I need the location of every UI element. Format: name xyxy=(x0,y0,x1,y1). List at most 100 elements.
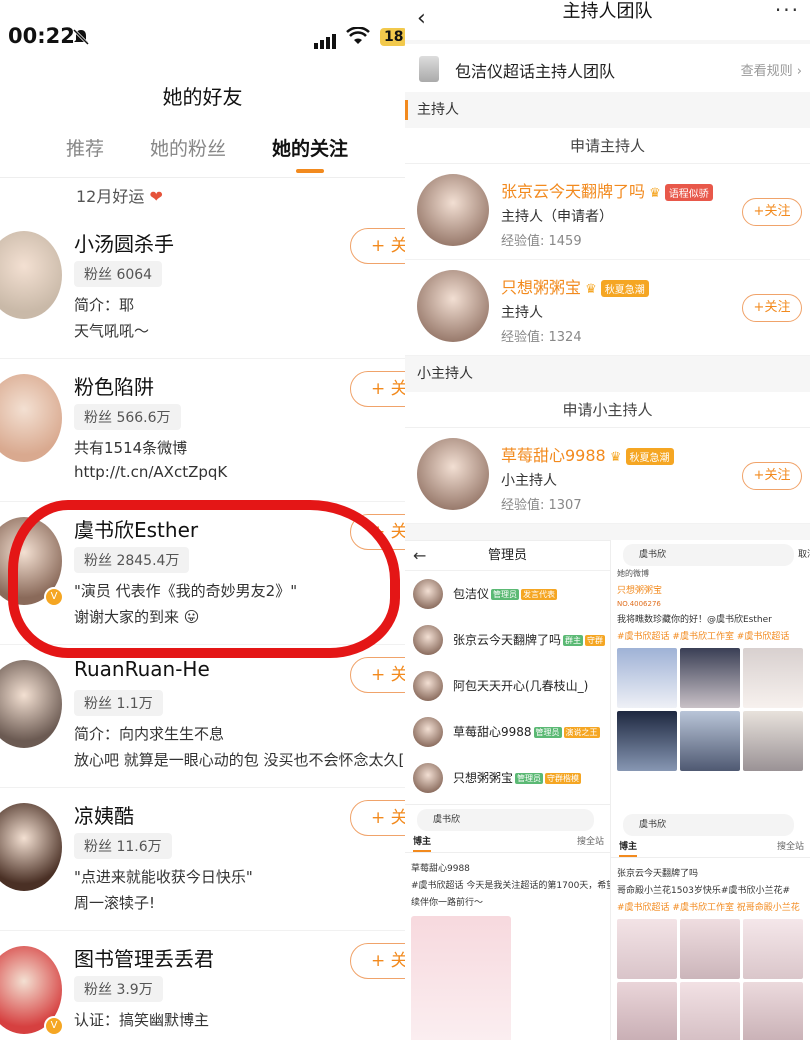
cancel-button[interactable]: 取消 xyxy=(798,544,810,566)
team-row[interactable]: 包洁仪超话主持人团队 查看规则 › xyxy=(405,44,810,92)
post-badge-1: NO.4006276 xyxy=(617,600,661,608)
tab-search-all-3[interactable]: 搜全站 xyxy=(777,836,804,858)
host-row[interactable]: 张京云今天翻牌了吗 ♛ 语程似骄 主持人（申请者） 经验值: 1459 +关注 xyxy=(405,164,810,260)
back-arrow-icon[interactable]: ‹ xyxy=(417,6,426,31)
post-author-2[interactable]: 草莓甜心9988 xyxy=(405,859,610,876)
admin-row[interactable]: 阿包天天开心(几春枝山_) xyxy=(405,663,610,709)
search-input-3[interactable]: 虞书欣 xyxy=(623,814,794,836)
follow-button[interactable]: + 关 xyxy=(350,800,405,836)
section-label: 她的微博 xyxy=(617,569,649,578)
host-role: 主持人 xyxy=(501,305,543,321)
host-row[interactable]: 草莓甜心9988 ♛ 秋夏急潮 小主持人 经验值: 1307 +关注 xyxy=(405,428,810,524)
team-thumbnail xyxy=(419,56,439,82)
follow-button[interactable]: + 关 xyxy=(350,943,405,979)
tab-blogger-3[interactable]: 博主 xyxy=(619,842,638,857)
photo[interactable] xyxy=(617,648,677,708)
photo[interactable] xyxy=(617,982,677,1040)
photo[interactable] xyxy=(680,711,740,771)
follow-button[interactable]: +关注 xyxy=(742,462,802,490)
avatar[interactable] xyxy=(413,763,443,793)
host-tag: 秋夏急潮 xyxy=(625,448,674,465)
host-name-line: 草莓甜心9988 ♛ 秋夏急潮 xyxy=(501,442,674,466)
photo[interactable] xyxy=(680,648,740,708)
follow-button[interactable]: + 关 xyxy=(350,371,405,407)
photo[interactable] xyxy=(743,648,803,708)
admin-tag: 管理员 xyxy=(491,589,520,600)
avatar[interactable] xyxy=(0,660,62,748)
friend-row[interactable]: RuanRuan-He 粉丝 1.1万 简介：向内求生生不息 放心吧 就算是一眼心动的… xyxy=(0,645,405,788)
friend-bio: 简介：向内求生生不息 xyxy=(74,725,225,743)
view-rules-link[interactable]: 查看规则 › xyxy=(741,60,802,79)
photo[interactable] xyxy=(680,982,740,1040)
photo[interactable] xyxy=(617,711,677,771)
photo[interactable] xyxy=(617,919,677,979)
host-exp: 经验值: 1307 xyxy=(501,498,582,513)
admin-tag: 管理员 xyxy=(533,727,562,738)
fans-count: 粉丝 2845.4万 xyxy=(74,547,190,573)
admin-name-line: 只想粥粥宝 管理员 守群楷模 xyxy=(453,769,582,786)
follow-button[interactable]: + 关 xyxy=(350,228,405,264)
avatar[interactable] xyxy=(417,270,489,342)
friend-name: 图书管理丢丢君 xyxy=(74,947,214,971)
tab-recommend[interactable]: 推荐 xyxy=(66,124,104,177)
tab-her-fans[interactable]: 她的粉丝 xyxy=(150,124,226,177)
avatar[interactable] xyxy=(417,174,489,246)
admin-tag-2: 守群楷模 xyxy=(545,773,582,784)
follow-button[interactable]: + 关 xyxy=(350,657,405,693)
admin-tag-2: 守群 xyxy=(585,635,606,646)
search-input-2[interactable]: 虞书欣 xyxy=(417,809,594,831)
friend-row[interactable]: 粉色陷阱 粉丝 566.6万 共有1514条微博 http://t.cn/AXctZp… xyxy=(0,359,405,502)
admin-row[interactable]: 包洁仪 管理员 发言代表 xyxy=(405,571,610,617)
friend-row[interactable]: 凉姨酷 粉丝 11.6万 "点进来就能收获今日快乐" 周一滚犊子! + 关 xyxy=(0,788,405,931)
page-title: 她的好友 xyxy=(162,85,243,109)
avatar[interactable] xyxy=(413,717,443,747)
tab-search-all-2[interactable]: 搜全站 xyxy=(577,831,604,853)
post-text-3b: #虞书欣超话 #虞书欣工作室 祝哥命殿小兰花 xyxy=(617,903,800,913)
group-title: 12月好运 ❤ xyxy=(0,178,405,216)
avatar[interactable] xyxy=(417,438,489,510)
friend-name: 粉色陷阱 xyxy=(74,375,154,399)
photo[interactable] xyxy=(743,919,803,979)
avatar[interactable] xyxy=(413,579,443,609)
follow-button[interactable]: + 关 xyxy=(350,514,405,550)
apply-small-host-button[interactable]: 申请小主持人 xyxy=(405,392,810,428)
fans-count: 粉丝 1.1万 xyxy=(74,690,163,716)
friend-row[interactable]: 小汤圆杀手 粉丝 6064 简介：耶 天气吼吼～ + 关 xyxy=(0,216,405,359)
follow-button[interactable]: +关注 xyxy=(742,294,802,322)
apply-host-button[interactable]: 申请主持人 xyxy=(405,128,810,164)
photo[interactable] xyxy=(680,919,740,979)
host-exp: 经验值: 1324 xyxy=(501,330,582,345)
avatar[interactable] xyxy=(413,625,443,655)
admin-back-icon[interactable]: ← xyxy=(413,541,426,571)
friend-bio: "演员 代表作《我的奇妙男友2》" xyxy=(74,582,298,600)
host-tag: 语程似骄 xyxy=(664,184,713,201)
host-row[interactable]: 只想粥粥宝 ♛ 秋夏急潮 主持人 经验值: 1324 +关注 xyxy=(405,260,810,356)
post-author-1[interactable]: 只想粥粥宝 xyxy=(611,581,810,598)
search-input-1[interactable]: 虞书欣 取消 xyxy=(623,544,810,566)
admin-row[interactable]: 草莓甜心9988 管理员 演说之王 xyxy=(405,709,610,755)
host-name: 草莓甜心9988 xyxy=(501,446,606,465)
more-icon[interactable]: ··· xyxy=(775,0,800,22)
photo[interactable] xyxy=(743,711,803,771)
fans-count: 粉丝 11.6万 xyxy=(74,833,172,859)
admin-row[interactable]: 只想粥粥宝 管理员 守群楷模 xyxy=(405,755,610,801)
avatar[interactable] xyxy=(0,803,62,891)
avatar[interactable] xyxy=(0,374,62,462)
host-name: 只想粥粥宝 xyxy=(501,278,582,297)
friend-bio-2: 谢谢大家的到来 😛 xyxy=(74,608,200,626)
post-author-3[interactable]: 张京云今天翻牌了吗 xyxy=(611,864,810,881)
avatar[interactable] xyxy=(413,671,443,701)
friend-row[interactable]: 虞书欣Esther 粉丝 2845.4万 "演员 代表作《我的奇妙男友2》" 谢谢大家… xyxy=(0,502,405,645)
photo[interactable] xyxy=(743,982,803,1040)
avatar[interactable] xyxy=(0,231,62,319)
fans-count: 粉丝 6064 xyxy=(74,261,163,287)
friend-row[interactable]: 图书管理丢丢君 粉丝 3.9万 认证：搞笑幽默博主 + 关 V xyxy=(0,931,405,1040)
friend-name: 小汤圆杀手 xyxy=(74,232,174,256)
admin-row[interactable]: 张京云今天翻牌了吗 群主 守群 xyxy=(405,617,610,663)
follow-button[interactable]: +关注 xyxy=(742,198,802,226)
post-image-2[interactable] xyxy=(411,916,511,1040)
host-team-header: ‹ 主持人团队 ··· xyxy=(405,0,810,40)
friend-name: 虞书欣Esther xyxy=(74,518,199,542)
tab-blogger-2[interactable]: 博主 xyxy=(413,837,432,852)
tab-her-follows[interactable]: 她的关注 xyxy=(272,124,348,177)
